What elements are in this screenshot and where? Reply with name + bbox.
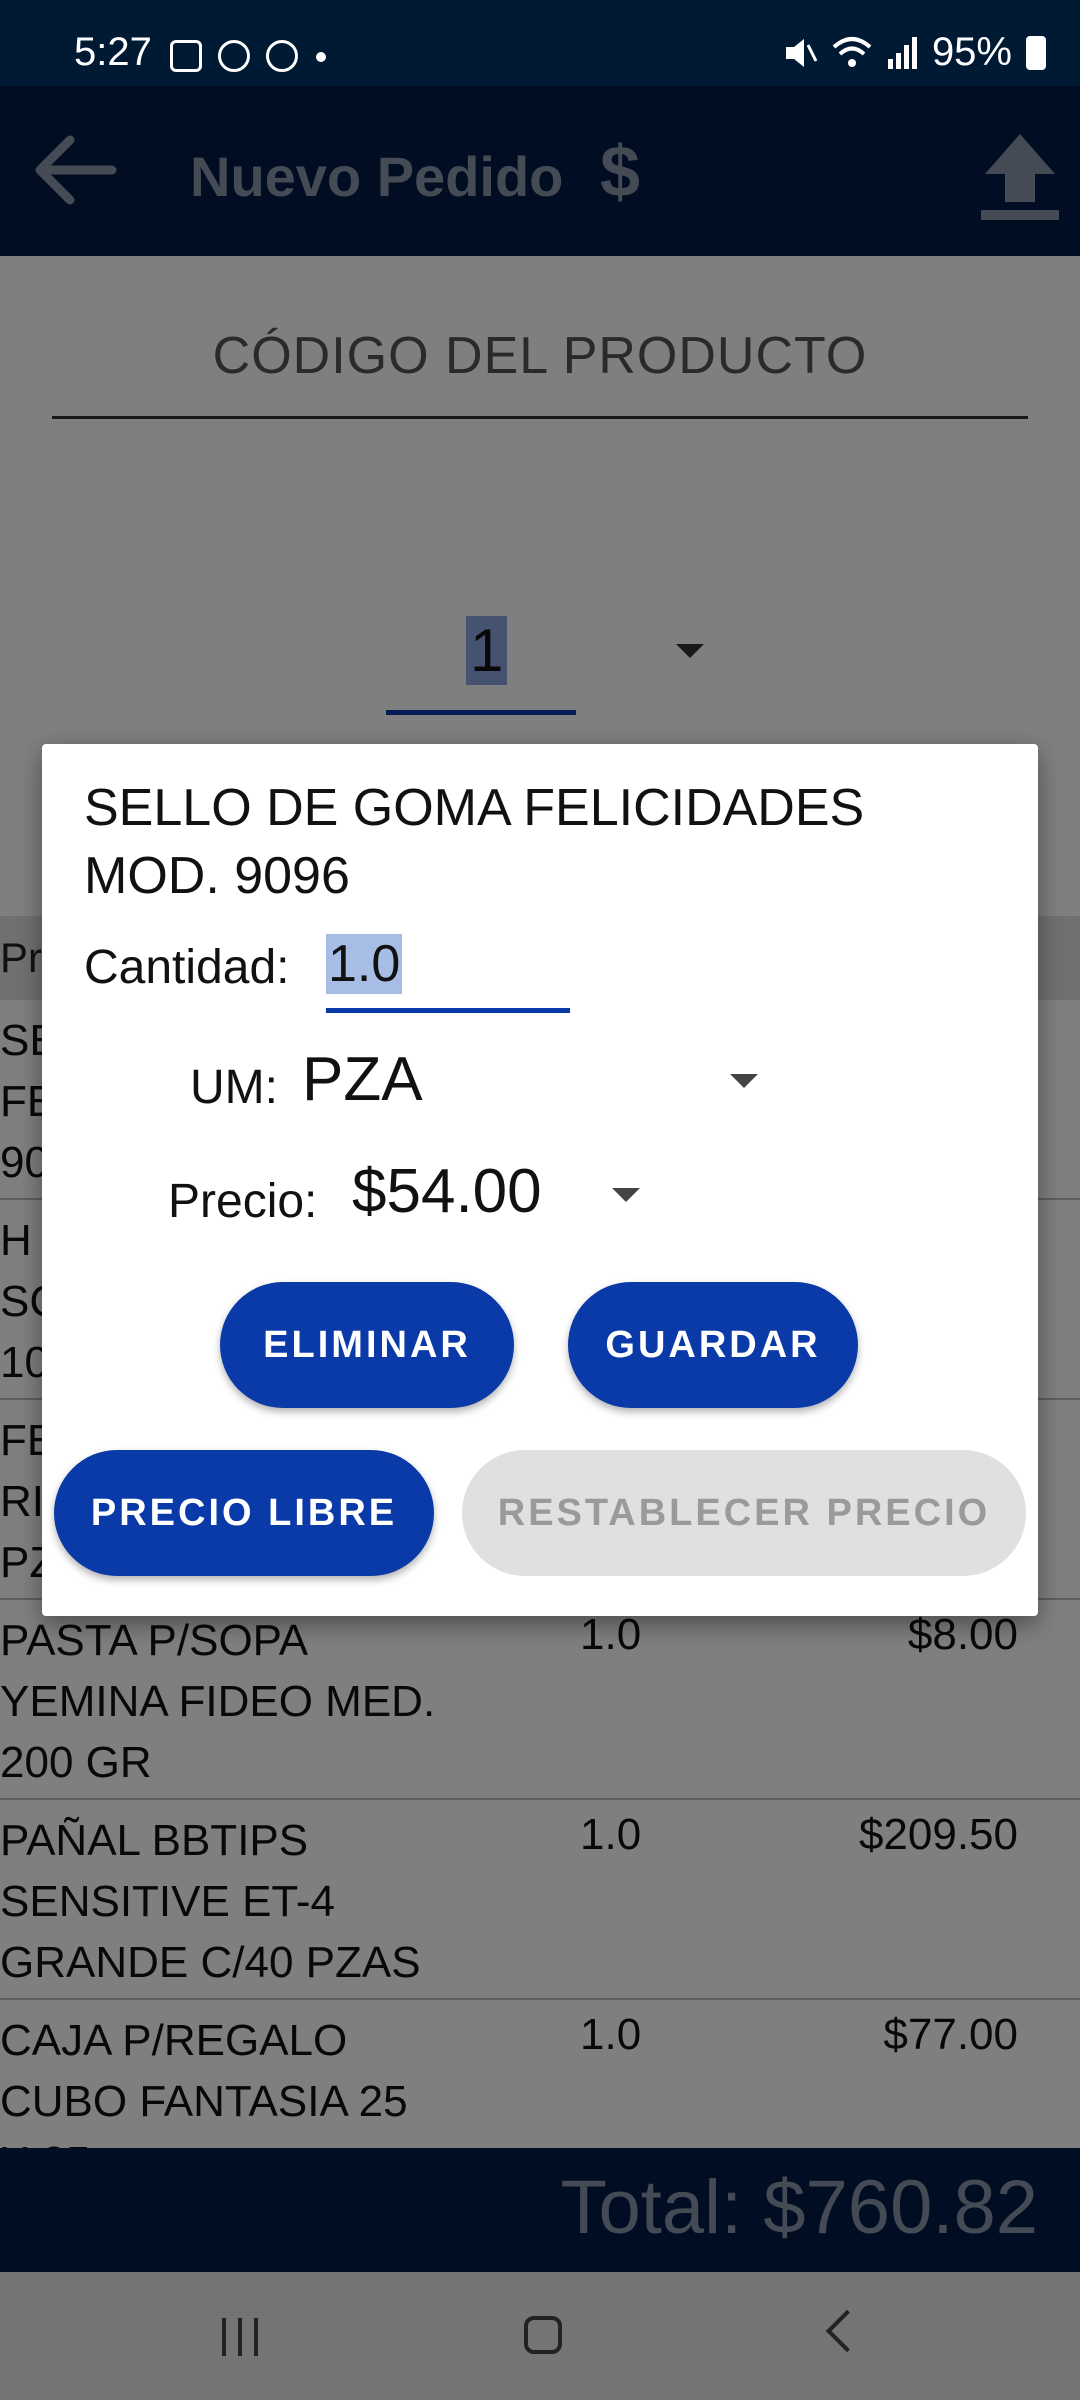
cantidad-input[interactable]: 1.0: [326, 930, 570, 1013]
guardar-button[interactable]: GUARDAR: [568, 1282, 858, 1408]
um-select[interactable]: PZA: [302, 1044, 423, 1115]
um-label: UM:: [190, 1061, 278, 1114]
precio-label: Precio:: [168, 1175, 318, 1228]
edit-item-dialog: SELLO DE GOMA FELICIDADES MOD. 9096 Cant…: [42, 744, 1038, 1616]
battery-percent: 95%: [931, 30, 1012, 74]
more-notifications-dot: [316, 52, 326, 62]
status-time: 5:27: [74, 30, 152, 74]
heart-notification-icon: [266, 40, 298, 72]
dialog-title: SELLO DE GOMA FELICIDADES MOD. 9096: [84, 779, 865, 905]
status-right: 95%: [782, 30, 1046, 75]
precio-dropdown-arrow-icon[interactable]: [612, 1188, 640, 1202]
cantidad-value: 1.0: [326, 934, 403, 994]
gallery-icon: [170, 40, 202, 72]
dialog-scrim-top: [0, 86, 1080, 256]
mute-icon: [785, 38, 818, 67]
app-notification-icon: [218, 40, 250, 72]
restablecer-precio-button[interactable]: RESTABLECER PRECIO: [462, 1450, 1026, 1576]
cantidad-label: Cantidad:: [84, 941, 290, 994]
um-dropdown-arrow-icon[interactable]: [730, 1074, 758, 1088]
battery-icon: [1026, 35, 1046, 70]
eliminar-button[interactable]: ELIMINAR: [220, 1282, 514, 1408]
precio-select[interactable]: $54.00: [352, 1156, 542, 1227]
precio-libre-button[interactable]: PRECIO LIBRE: [54, 1450, 434, 1576]
notification-icons: [170, 40, 350, 80]
status-bar: 5:27 95%: [0, 0, 1080, 86]
signal-icon: [887, 36, 917, 69]
wifi-icon: [832, 36, 872, 67]
